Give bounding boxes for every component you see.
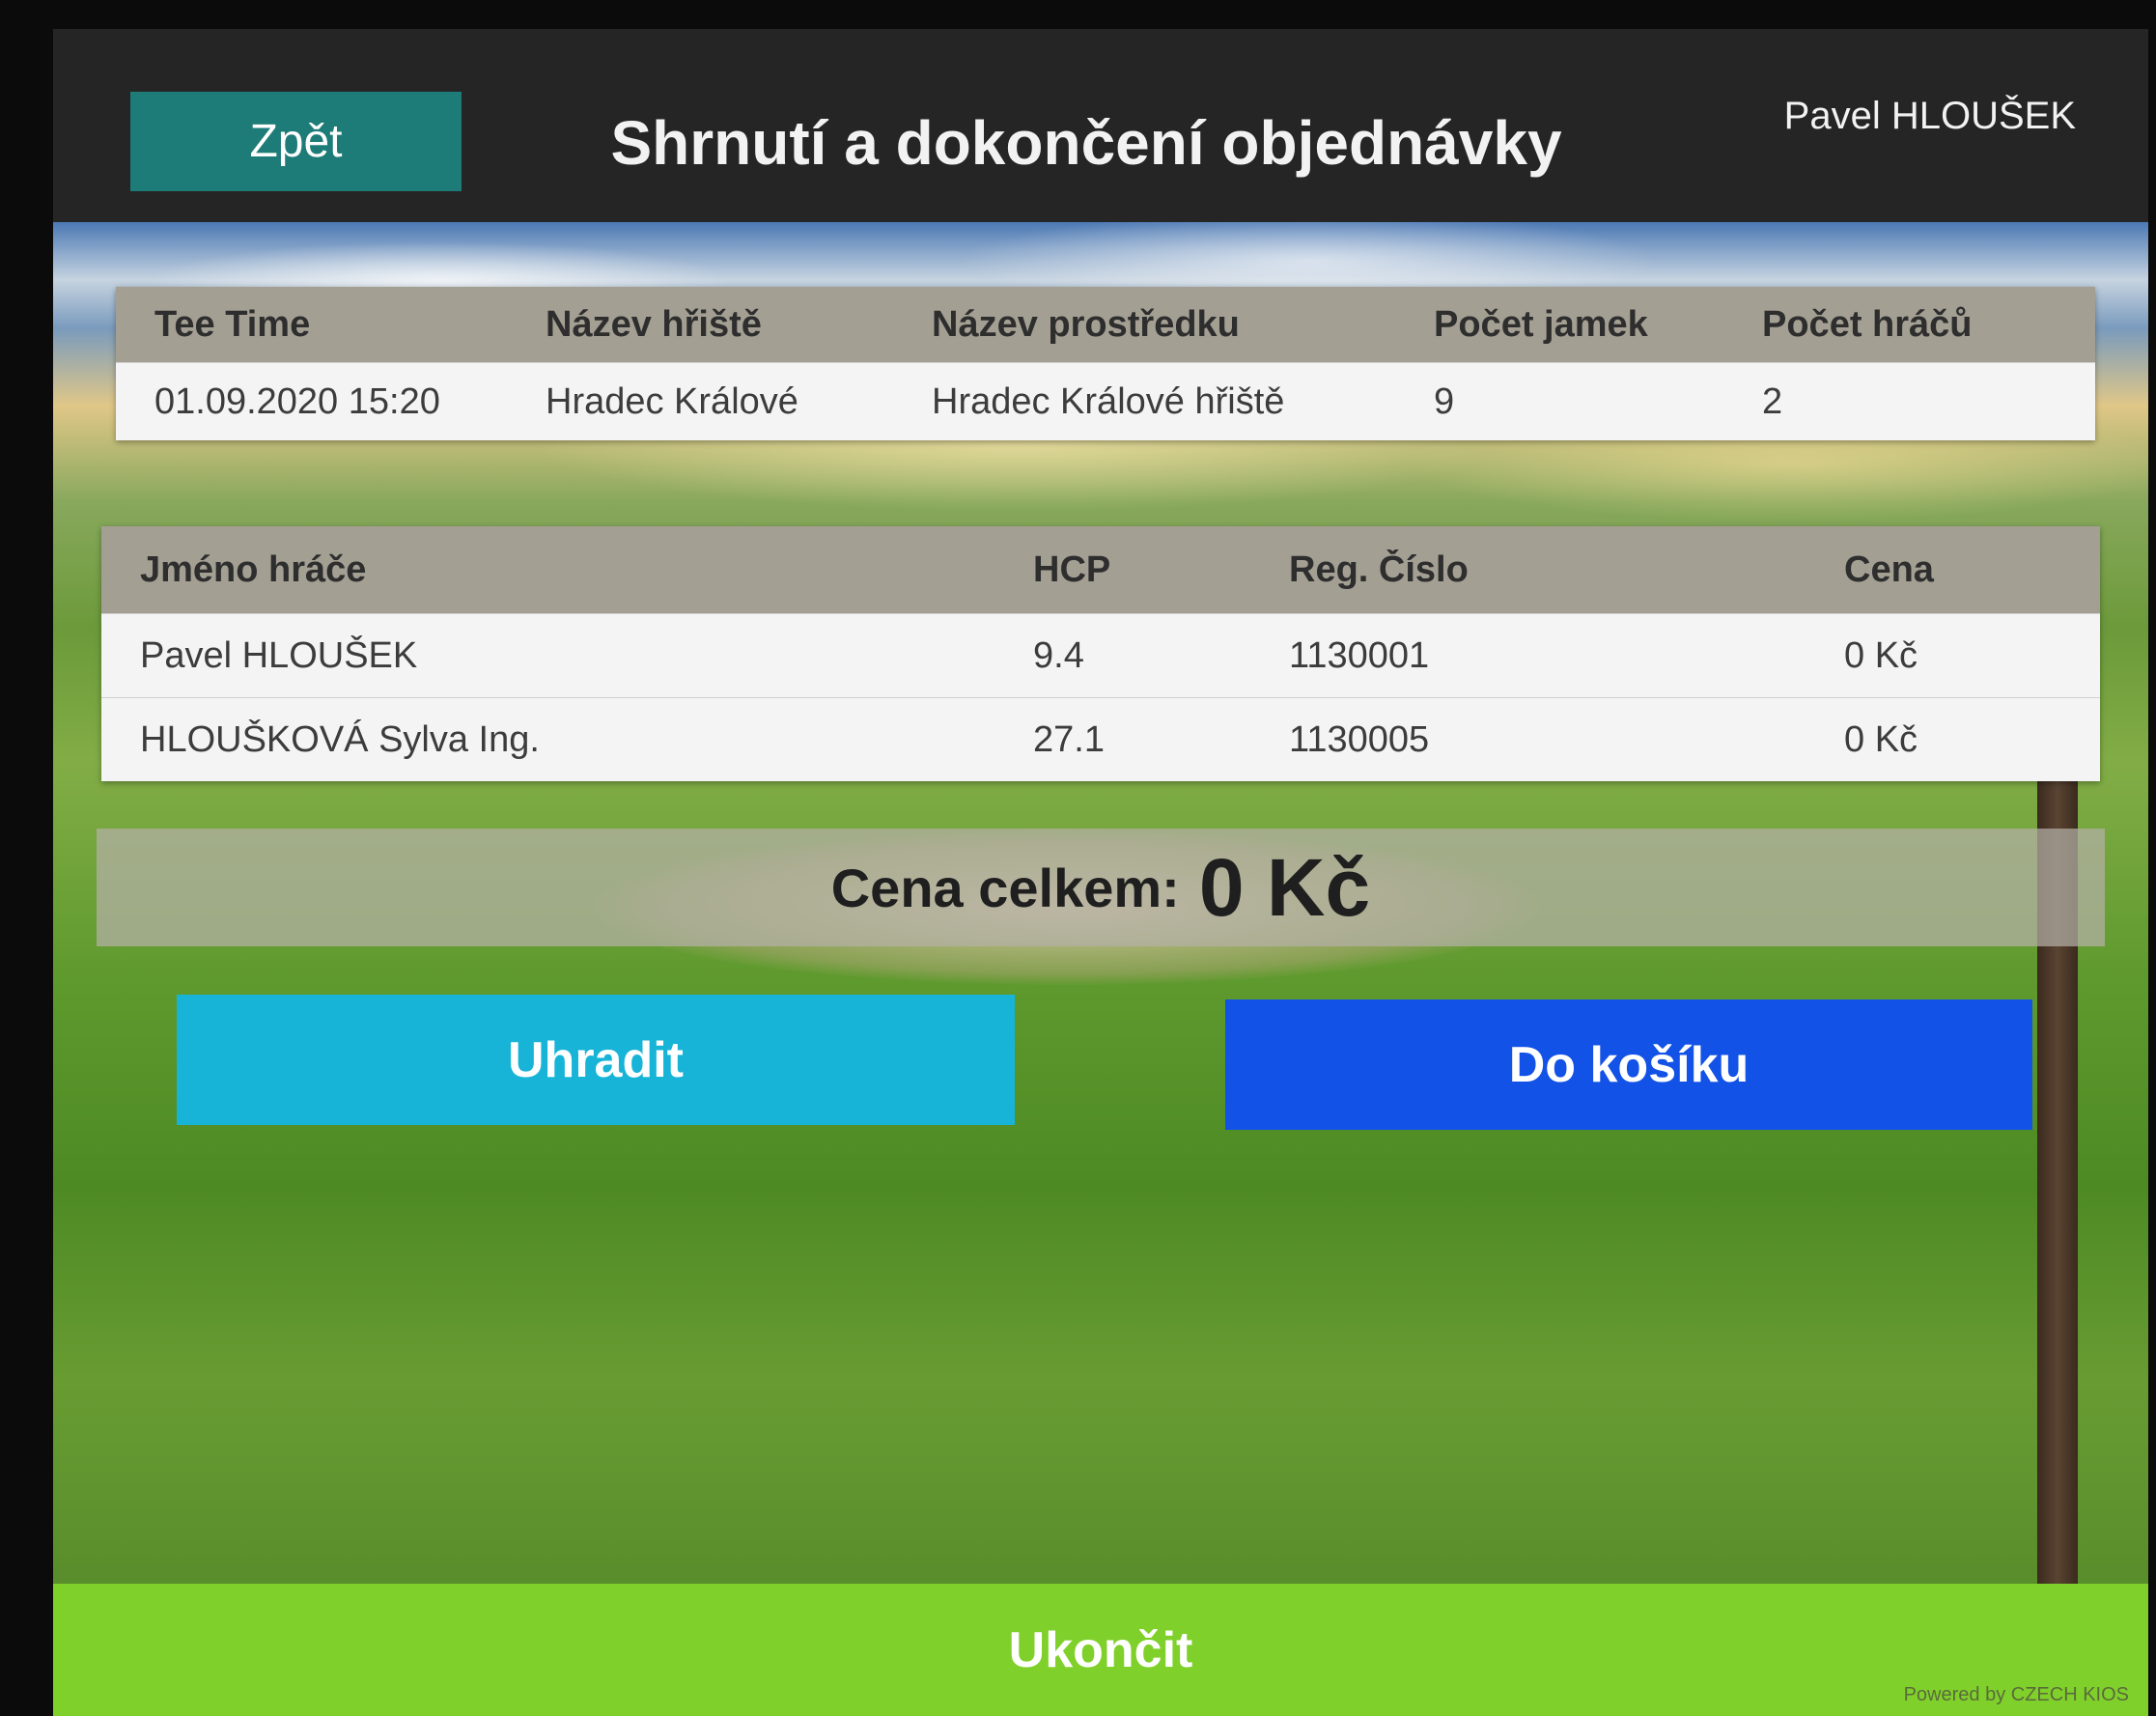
page-title: Shrnutí a dokončení objednávky (610, 108, 1562, 178)
player-name-cell: HLOUŠKOVÁ Sylva Ing. (140, 718, 540, 760)
total-price-value: 0 Kč (1198, 841, 1371, 933)
kiosk-screen: Zpět Shrnutí a dokončení objednávky Pave… (53, 29, 2148, 1716)
finish-button[interactable]: Ukončit (53, 1584, 2148, 1716)
total-price-label: Cena celkem: (830, 857, 1180, 918)
column-header-resource-name: Název prostředku (932, 303, 1240, 345)
table-row: 01.09.2020 15:20 Hradec Králové Hradec K… (116, 362, 2095, 440)
price-cell: 0 Kč (1844, 634, 1918, 676)
total-price-bar: Cena celkem: 0 Kč (97, 829, 2105, 946)
column-header-course-name: Název hřiště (546, 303, 762, 345)
column-header-player-name: Jméno hráče (140, 549, 367, 590)
powered-by-text: Powered by CZECH KIOS (1903, 1684, 2129, 1705)
price-cell: 0 Kč (1844, 718, 1918, 760)
column-header-hcp: HCP (1033, 549, 1111, 590)
column-header-players: Počet hráčů (1762, 303, 1973, 345)
column-header-reg-number: Reg. Číslo (1289, 549, 1469, 590)
reg-number-cell: 1130005 (1289, 718, 1430, 760)
header-bar: Zpět Shrnutí a dokončení objednávky Pave… (53, 29, 2148, 222)
add-to-cart-button[interactable]: Do košíku (1225, 999, 2032, 1130)
table-header: Tee Time Název hřiště Název prostředku P… (116, 287, 2095, 362)
course-name-cell: Hradec Králové (546, 380, 798, 422)
players-count-cell: 2 (1762, 380, 1783, 422)
hcp-cell: 9.4 (1033, 634, 1084, 676)
back-button[interactable]: Zpět (130, 92, 462, 191)
pay-button[interactable]: Uhradit (177, 995, 1015, 1125)
players-table: Jméno hráče HCP Reg. Číslo Cena Pavel HL… (101, 526, 2100, 781)
tee-time-table: Tee Time Název hřiště Název prostředku P… (116, 287, 2095, 440)
holes-cell: 9 (1434, 380, 1455, 422)
table-row: HLOUŠKOVÁ Sylva Ing. 27.1 1130005 0 Kč (101, 697, 2100, 781)
table-header: Jméno hráče HCP Reg. Číslo Cena (101, 526, 2100, 613)
reg-number-cell: 1130001 (1289, 634, 1430, 676)
column-header-tee-time: Tee Time (154, 303, 311, 345)
resource-name-cell: Hradec Králové hřiště (932, 380, 1285, 422)
tee-time-cell: 01.09.2020 15:20 (154, 380, 440, 422)
table-row: Pavel HLOUŠEK 9.4 1130001 0 Kč (101, 613, 2100, 697)
player-name-cell: Pavel HLOUŠEK (140, 634, 418, 676)
column-header-price: Cena (1844, 549, 1934, 590)
user-name: Pavel HLOUŠEK (1783, 95, 2076, 137)
hcp-cell: 27.1 (1033, 718, 1105, 760)
column-header-holes: Počet jamek (1434, 303, 1648, 345)
